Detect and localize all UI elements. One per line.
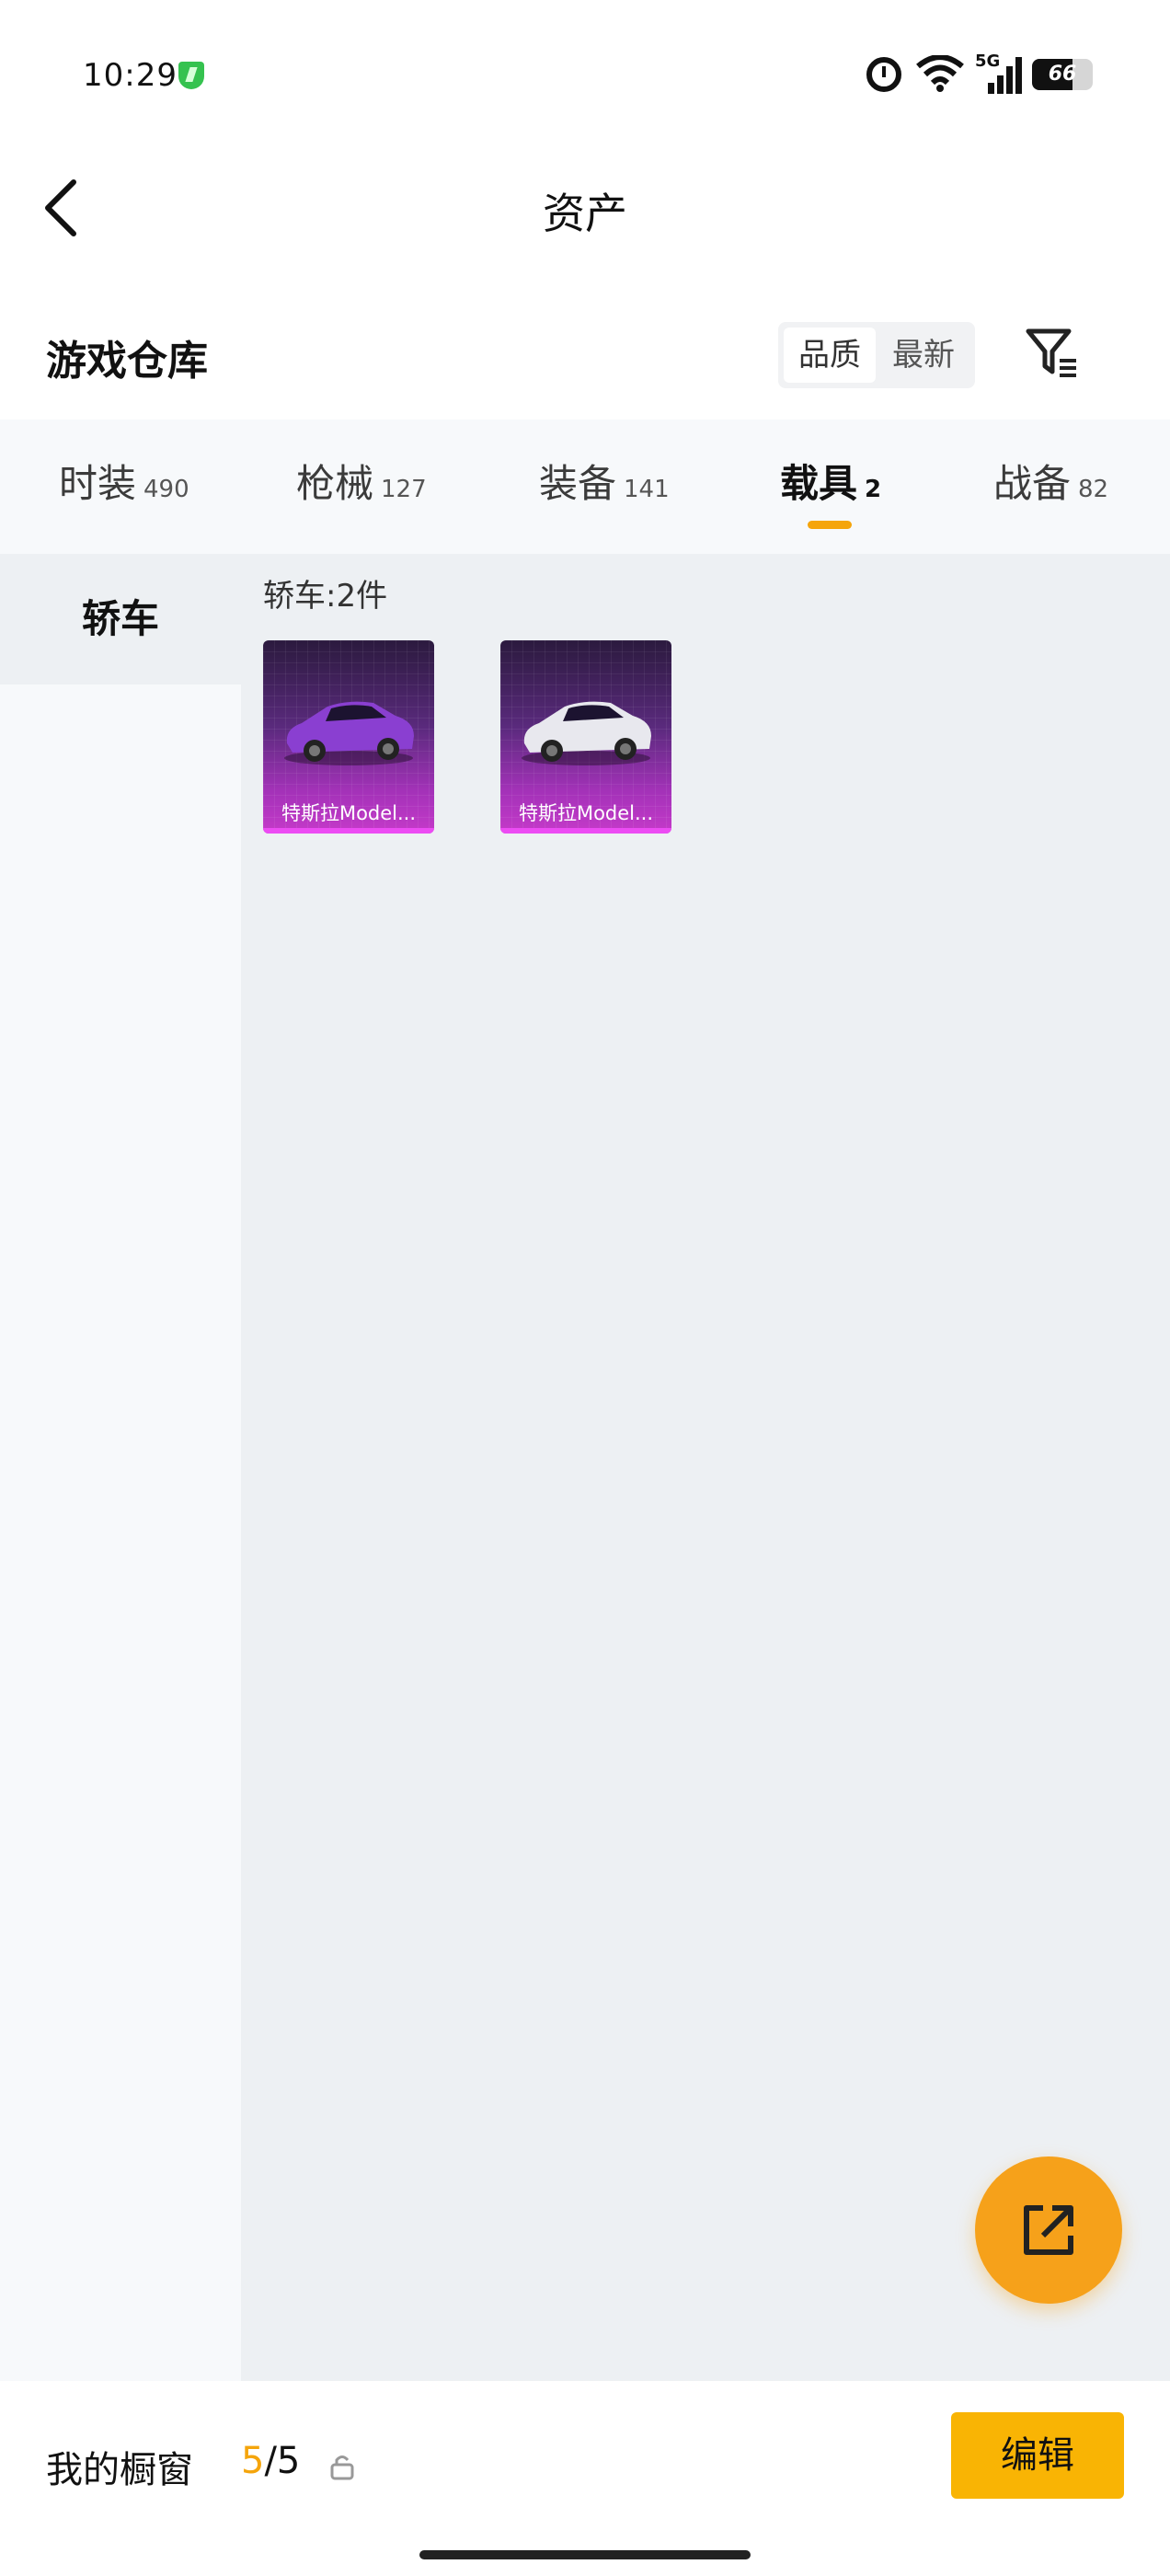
car-thumbnail-icon	[522, 701, 651, 765]
section-title: 游戏仓库	[46, 338, 208, 385]
filter-icon[interactable]	[1023, 324, 1082, 383]
item-card[interactable]: 特斯拉Model...	[263, 640, 434, 834]
showcase-total: /5	[264, 2440, 301, 2482]
sort-option-newest[interactable]: 最新	[878, 328, 969, 383]
page-title: 资产	[543, 189, 627, 238]
showcase-label: 我的橱窗	[46, 2449, 193, 2491]
tab-label: 时装	[59, 461, 137, 506]
showcase-bar: 我的橱窗 5/5 编辑	[0, 2381, 1170, 2576]
status-bar: 10:29 5G 66	[0, 0, 1170, 147]
tab-count: 127	[381, 476, 427, 503]
tab-label: 枪械	[296, 461, 374, 506]
tab-count: 490	[143, 476, 189, 503]
tab-battle-gear[interactable]: 战备 82	[993, 453, 1108, 509]
group-label: 轿车:2件	[263, 578, 388, 615]
alarm-icon	[866, 57, 901, 92]
rarity-bar	[263, 828, 434, 834]
category-tabs: 时装 490 枪械 127 装备 141 载具 2 战备 82	[0, 420, 1170, 554]
tab-count: 2	[865, 476, 882, 503]
tab-vehicles[interactable]: 载具 2	[780, 453, 881, 509]
item-card[interactable]: 特斯拉Model...	[500, 640, 671, 834]
cellular-signal-icon: 5G	[975, 52, 1022, 94]
subcategory-sidebar: 轿车	[0, 554, 241, 2381]
tab-label: 装备	[539, 461, 617, 506]
battery-icon: 66	[1032, 59, 1093, 90]
share-fab-button[interactable]	[975, 2156, 1122, 2304]
tab-fashion[interactable]: 时装 490	[59, 453, 189, 509]
battery-percent: 66	[1048, 63, 1077, 86]
car-thumbnail-icon	[284, 701, 414, 765]
tab-count: 141	[624, 476, 670, 503]
item-name: 特斯拉Model...	[281, 802, 417, 824]
status-time: 10:29	[83, 57, 178, 94]
edit-button[interactable]: 编辑	[951, 2412, 1124, 2499]
item-grid: 轿车:2件 特斯拉Model... 特斯拉Model...	[241, 554, 1170, 2381]
sort-toggle: 品质 最新	[778, 322, 975, 388]
tab-count: 82	[1078, 476, 1109, 503]
tab-weapons[interactable]: 枪械 127	[296, 453, 427, 509]
network-type: 5G	[975, 52, 1001, 71]
external-link-icon	[1024, 2205, 1073, 2255]
wifi-icon	[916, 55, 964, 92]
lock-icon	[330, 2455, 354, 2480]
sort-option-quality[interactable]: 品质	[784, 328, 876, 383]
security-shield-icon	[178, 62, 204, 89]
active-tab-indicator	[808, 521, 852, 529]
sidebar-item-sedan[interactable]: 轿车	[0, 554, 241, 684]
home-indicator	[419, 2550, 751, 2559]
showcase-count: 5/5	[241, 2440, 300, 2482]
tab-equipment[interactable]: 装备 141	[539, 453, 670, 509]
showcase-current: 5	[241, 2440, 265, 2482]
tab-label: 战备	[993, 461, 1072, 506]
tab-label: 载具	[780, 461, 858, 506]
item-name: 特斯拉Model...	[518, 802, 654, 824]
rarity-bar	[500, 828, 671, 834]
